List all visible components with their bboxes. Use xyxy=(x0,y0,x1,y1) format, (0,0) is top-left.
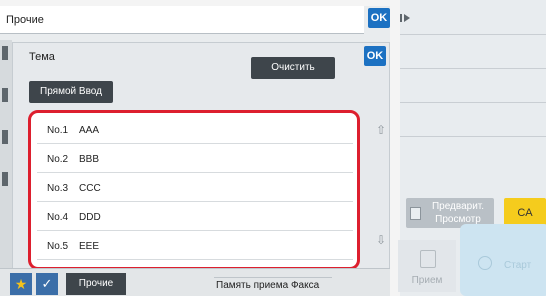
clear-button[interactable]: Очистить xyxy=(251,57,335,79)
item-number: No.4 xyxy=(47,212,69,223)
misc-dialog-title: Прочие xyxy=(6,14,44,26)
direct-input-button[interactable]: Прямой Ввод xyxy=(29,81,113,103)
fax-screen: Предварит. Просмотр CA Прием Старт Прочи… xyxy=(0,0,546,296)
divider xyxy=(400,34,546,35)
subject-dialog-title: Тема xyxy=(29,51,55,63)
divider xyxy=(400,102,546,103)
divider xyxy=(400,136,546,137)
list-item[interactable]: No.1 AAA xyxy=(37,117,353,144)
document-icon xyxy=(410,207,421,220)
left-tab-strip xyxy=(0,40,12,280)
play-icon xyxy=(400,14,410,22)
status-bar: ★ ✓ Прочие Память приема Факса xyxy=(0,268,390,296)
subject-dialog-header: Тема OK Очистить Прямой Ввод xyxy=(13,43,389,105)
list-item[interactable]: No.5 EEE xyxy=(37,233,353,260)
star-icon[interactable]: ★ xyxy=(10,273,32,295)
item-name: CCC xyxy=(79,183,101,194)
item-name: DDD xyxy=(79,212,101,223)
start-label: Старт xyxy=(504,260,532,271)
misc-dialog: Прочие OK Тема OK Очистить Прямой Ввод ⇧… xyxy=(0,6,390,296)
receive-label: Прием xyxy=(411,275,443,286)
subject-list: No.1 AAA No.2 BBB No.3 CCC No.4 DDD No.5… xyxy=(28,110,360,270)
tab-marker xyxy=(2,46,8,60)
list-item[interactable]: No.2 BBB xyxy=(37,146,353,173)
double-chevron-up-icon[interactable]: ⇧ xyxy=(374,121,388,139)
item-name: AAA xyxy=(79,125,100,136)
fax-icon xyxy=(420,250,436,268)
tab-marker xyxy=(2,130,8,144)
list-item[interactable]: No.3 CCC xyxy=(37,175,353,202)
inner-ok-button[interactable]: OK xyxy=(364,46,386,66)
item-number: No.2 xyxy=(47,154,69,165)
item-number: No.3 xyxy=(47,183,69,194)
item-name: EEE xyxy=(79,241,100,252)
tab-marker xyxy=(2,88,8,102)
outer-ok-button[interactable]: OK xyxy=(368,8,390,28)
double-chevron-down-icon[interactable]: ⇩ xyxy=(374,231,388,249)
checkmark-icon[interactable]: ✓ xyxy=(36,273,58,295)
misc-dialog-header: Прочие xyxy=(0,6,364,34)
receive-button[interactable]: Прием xyxy=(398,240,456,292)
item-number: No.1 xyxy=(47,125,69,136)
item-name: BBB xyxy=(79,154,100,165)
tab-marker xyxy=(2,172,8,186)
start-button[interactable]: Старт xyxy=(460,224,546,296)
item-number: No.5 xyxy=(47,241,69,252)
list-item[interactable]: No.4 DDD xyxy=(37,204,353,231)
divider xyxy=(400,68,546,69)
fax-memory-label: Память приема Факса xyxy=(216,280,320,291)
start-icon xyxy=(478,256,492,270)
preview-label: Предварит. Просмотр xyxy=(431,201,485,225)
divider xyxy=(214,277,332,278)
misc-button[interactable]: Прочие xyxy=(66,273,126,295)
